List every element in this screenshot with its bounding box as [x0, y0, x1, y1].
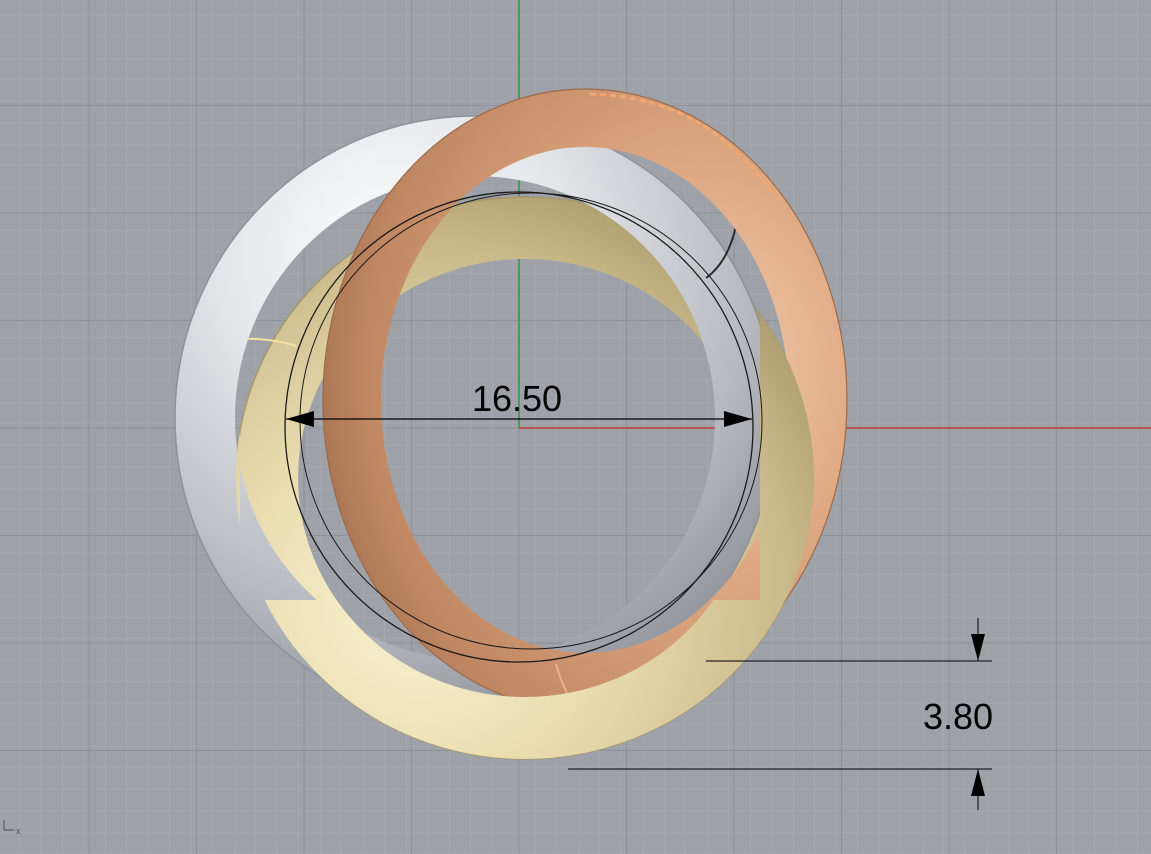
dimension-band-width-label: 3.80 [923, 696, 993, 737]
axis-indicator-label: x [16, 826, 21, 836]
viewport-canvas[interactable]: 16.50 3.80 x [0, 0, 1151, 854]
rhino-front-viewport[interactable]: 16.50 3.80 x [0, 0, 1151, 854]
dimension-inner-diameter-label: 16.50 [472, 378, 562, 419]
